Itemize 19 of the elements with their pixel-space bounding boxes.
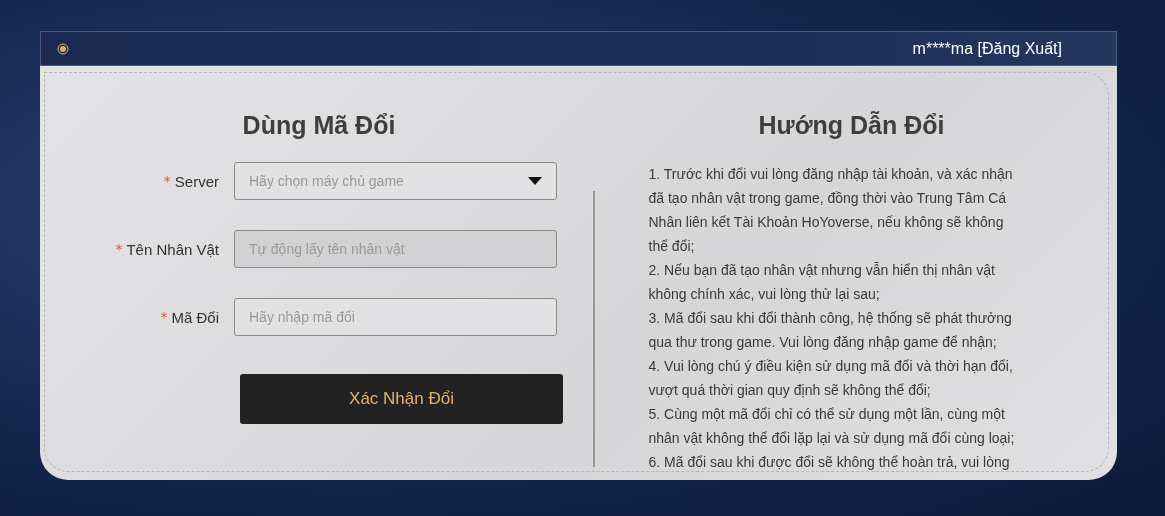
input-field[interactable]: Hãy nhập mã đổi (234, 298, 557, 336)
required-mark: * (160, 309, 168, 325)
guide-text: 4. Vui lòng chú ý điều kiện sử dụng mã đổi và thời hạn đổi, vượt quá thời gian quy định sẽ không thể đổi; (648, 357, 1014, 400)
required-mark: * (115, 241, 123, 257)
form-title: Dùng Mã Đổi (242, 111, 396, 140)
guide-text: 5. Cùng một mã đổi chỉ có thể sử dụng một lần, cùng một nhân vật không thể đổi lặp lại và sử dụng mã đổi cùng loại; (648, 405, 1016, 448)
sun-icon (57, 42, 69, 55)
required-mark: * (163, 173, 171, 189)
guide-text: 3. Mã đổi sau khi đổi thành công, hệ thống sẽ phát thưởng qua thư trong game. Vui lòng đăng nhập game để nhận; (648, 309, 1013, 352)
guide-title: Hướng Dẫn Đổi (758, 111, 945, 140)
field-label: Mã Đổi (171, 308, 219, 326)
submit-button[interactable]: Xác Nhận Đổi (240, 374, 563, 424)
guide-text: 2. Nếu bạn đã tạo nhân vật nhưng vẫn hiển thị nhân vật không chính xác, vui lòng thử lại sau; (648, 261, 996, 304)
guide-text: 1. Trước khi đổi vui lòng đăng nhập tài khoản, và xác nhận đã tạo nhân vật trong game, đồng thời vào Trung Tâm Cá Nhân liên kết Tài Khoản HoYoverse, nếu không sẽ không thể đổi; (648, 165, 1014, 256)
field-label: Server (174, 172, 219, 190)
guide-text: 6. Mã đổi sau khi được đổi sẽ không thể hoàn trả, vui lòng (648, 453, 1011, 472)
user-logout-link[interactable]: m****ma [Đăng Xuất] (912, 39, 1062, 58)
field-label: Tên Nhân Vật (126, 240, 219, 258)
caret-down-icon (528, 177, 542, 185)
